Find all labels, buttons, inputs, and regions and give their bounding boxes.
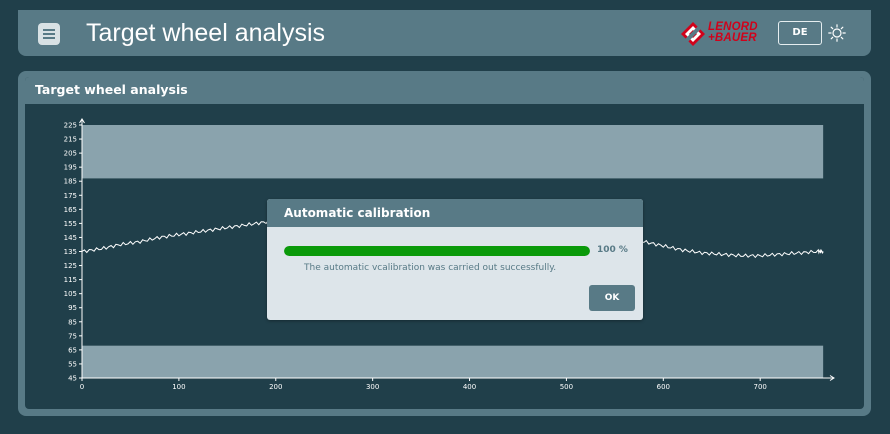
- y-tick-label: 225: [64, 122, 77, 130]
- x-tick-label: 700: [753, 383, 766, 391]
- y-tick-label: 105: [64, 290, 77, 298]
- x-tick-label: 0: [80, 383, 84, 391]
- y-tick-label: 175: [64, 192, 77, 200]
- page-title: Target wheel analysis: [86, 19, 326, 47]
- language-button[interactable]: DE: [778, 21, 822, 45]
- x-tick-label: 100: [172, 383, 185, 391]
- y-tick-label: 135: [64, 248, 77, 256]
- x-tick-label: 300: [366, 383, 379, 391]
- progress-bar-fill: [284, 246, 590, 256]
- calibration-dialog: Automatic calibration 100 % The automati…: [267, 199, 643, 320]
- y-tick-label: 155: [64, 220, 77, 228]
- y-tick-label: 205: [64, 150, 77, 158]
- logo-line-2: +BAUER: [708, 32, 757, 44]
- y-tick-label: 215: [64, 136, 77, 144]
- x-tick-label: 200: [269, 383, 282, 391]
- y-tick-label: 55: [68, 360, 77, 368]
- y-tick-label: 45: [68, 375, 77, 383]
- dialog-message: The automatic vcalibration was carried o…: [304, 263, 557, 273]
- y-tick-label: 75: [68, 332, 77, 340]
- progress-percent: 100 %: [597, 245, 628, 255]
- y-tick-label: 165: [64, 206, 77, 214]
- y-tick-label: 145: [64, 234, 77, 242]
- y-tick-label: 85: [68, 318, 77, 326]
- y-tick-label: 65: [68, 346, 77, 354]
- y-tick-label: 125: [64, 262, 77, 270]
- tolerance-band-0: [82, 125, 824, 179]
- x-tick-label: 500: [560, 383, 573, 391]
- x-tick-label: 400: [463, 383, 476, 391]
- ok-button[interactable]: OK: [589, 285, 635, 311]
- progress-bar: [284, 246, 590, 256]
- y-tick-label: 185: [64, 178, 77, 186]
- tolerance-band-1: [82, 345, 824, 378]
- dialog-title: Automatic calibration: [267, 199, 643, 227]
- x-tick-label: 600: [657, 383, 670, 391]
- company-logo: LENORD +BAUER: [680, 21, 760, 47]
- hamburger-menu-icon[interactable]: [38, 23, 60, 45]
- y-tick-label: 115: [64, 276, 77, 284]
- sun-icon[interactable]: [828, 24, 846, 42]
- logo-mark-icon: [681, 22, 705, 46]
- y-tick-label: 195: [64, 164, 77, 172]
- app-header: Target wheel analysis LENORD +BAUER DE: [18, 10, 871, 56]
- y-tick-label: 95: [68, 304, 77, 312]
